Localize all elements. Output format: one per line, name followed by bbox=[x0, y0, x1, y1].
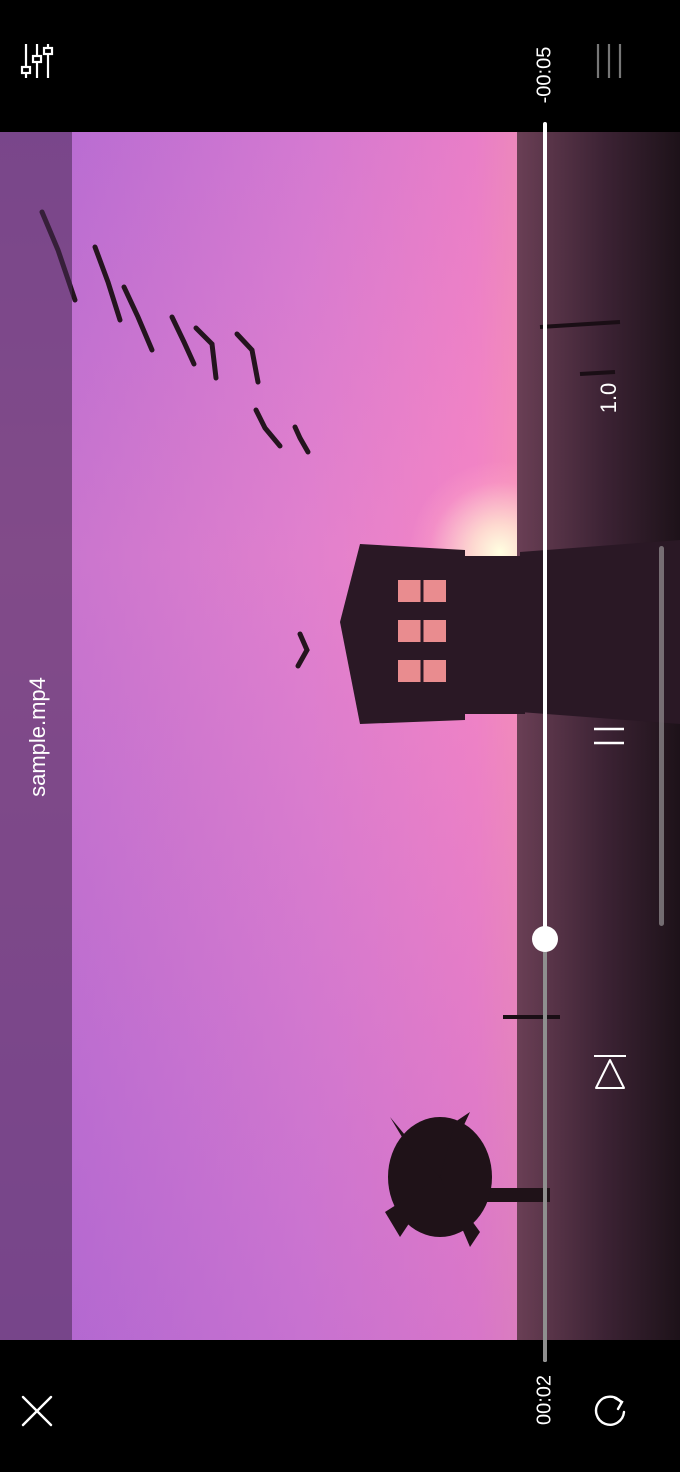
rotate-icon[interactable] bbox=[591, 1392, 629, 1430]
palm-tree bbox=[385, 1112, 550, 1247]
lighthouse bbox=[340, 540, 680, 724]
bottom-bar bbox=[0, 1340, 680, 1472]
time-remaining: -00:05 bbox=[533, 46, 556, 104]
birds bbox=[39, 209, 311, 669]
seek-bar-played bbox=[543, 938, 547, 1362]
time-elapsed: 00:02 bbox=[533, 1374, 556, 1426]
skip-next-icon[interactable] bbox=[592, 1054, 628, 1092]
scene-silhouettes bbox=[39, 209, 680, 1247]
pause-icon[interactable] bbox=[592, 722, 626, 750]
seek-thumb[interactable] bbox=[532, 926, 558, 952]
close-icon[interactable] bbox=[20, 1394, 54, 1428]
video-frame[interactable] bbox=[0, 132, 680, 1340]
volume-slider[interactable] bbox=[659, 546, 664, 926]
top-bar bbox=[0, 0, 680, 132]
playback-speed-button[interactable]: 1.0 bbox=[596, 383, 622, 414]
video-title: sample.mp4 bbox=[25, 677, 50, 797]
equalizer-sliders-icon[interactable] bbox=[20, 42, 54, 80]
menu-icon[interactable] bbox=[594, 42, 624, 80]
